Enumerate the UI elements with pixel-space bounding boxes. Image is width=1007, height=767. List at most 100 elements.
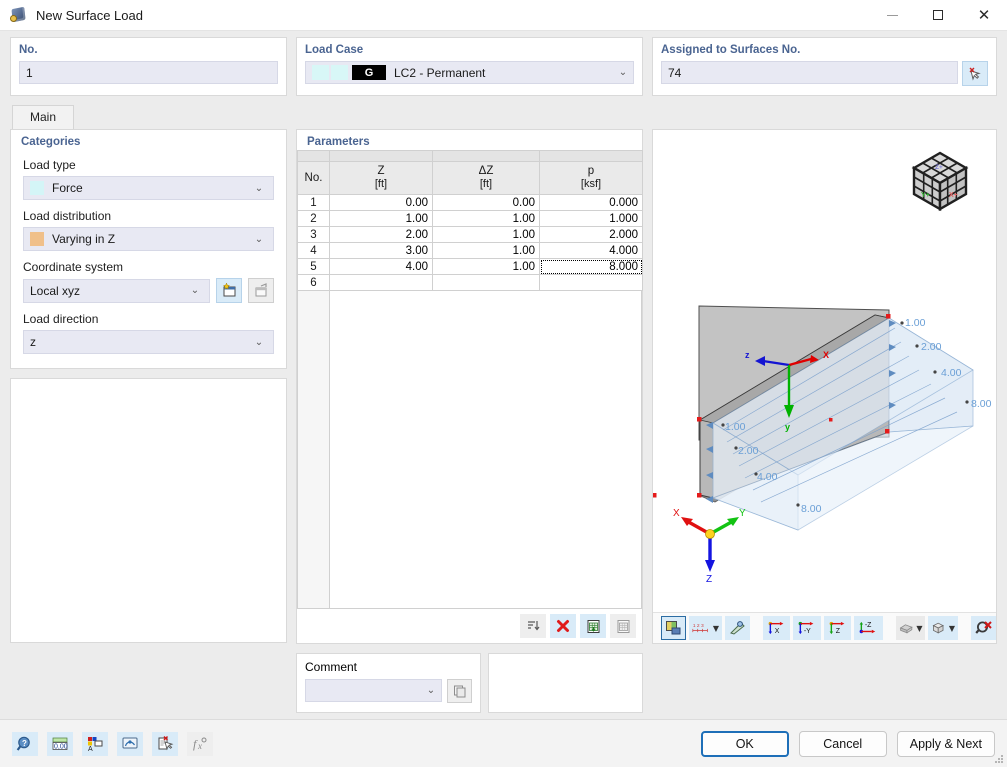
cell-p[interactable] xyxy=(540,275,643,291)
chevron-down-icon[interactable]: ▼ xyxy=(916,624,922,633)
axis-label-z: Z xyxy=(706,574,712,582)
zoom-reset-icon[interactable] xyxy=(971,616,996,640)
view-in-x-icon[interactable]: X xyxy=(763,616,790,640)
assigned-surfaces-input[interactable]: 74 xyxy=(661,61,958,84)
cell-z[interactable]: 4.00 xyxy=(330,259,433,275)
pick-surfaces-icon[interactable] xyxy=(962,61,988,86)
svg-text:X: X xyxy=(823,350,829,360)
load-value-label: 1.00 xyxy=(905,317,926,329)
cell-z[interactable]: 2.00 xyxy=(330,227,433,243)
col-header-z: Z [ft] xyxy=(330,162,433,195)
table-row[interactable]: 4 3.00 1.00 4.000 xyxy=(298,243,643,259)
wireframe-icon[interactable]: ▼ xyxy=(928,616,958,640)
maximize-button[interactable] xyxy=(915,0,961,31)
export-excel-icon[interactable] xyxy=(610,614,636,638)
view-in-y-icon[interactable]: -Y xyxy=(793,616,822,640)
comment-legend: Comment xyxy=(305,660,472,679)
cell-dz[interactable]: 1.00 xyxy=(433,259,540,275)
edit-coordinate-system-icon[interactable] xyxy=(248,278,274,303)
view-in-z-icon[interactable]: Z xyxy=(824,616,851,640)
cell-p[interactable]: 2.000 xyxy=(540,227,643,243)
minimize-button[interactable] xyxy=(869,0,915,31)
cell-dz[interactable] xyxy=(433,275,540,291)
close-button[interactable]: ✕ xyxy=(961,0,1007,31)
top-fields-row: No. 1 Load Case G LC2 - Permanent ⌄ Assi… xyxy=(0,31,1007,96)
copy-comment-icon[interactable] xyxy=(447,679,472,703)
row-number: 5 xyxy=(298,259,330,275)
visual-settings-icon[interactable] xyxy=(117,732,143,756)
table-row[interactable]: 1 0.00 0.00 0.000 xyxy=(298,195,643,211)
comment-input[interactable]: ⌄ xyxy=(305,679,442,702)
load-type-select[interactable]: Force ⌄ xyxy=(23,176,274,200)
view-in-minus-z-icon[interactable]: -Z xyxy=(854,616,883,640)
col-header-z-name: Z xyxy=(332,164,430,178)
comment-side-panel xyxy=(488,653,643,713)
tab-main[interactable]: Main xyxy=(12,105,74,129)
cell-dz[interactable]: 1.00 xyxy=(433,211,540,227)
cell-z[interactable]: 0.00 xyxy=(330,195,433,211)
chevron-down-icon[interactable]: ▼ xyxy=(949,624,955,633)
axes-triad: X Y Z xyxy=(671,504,749,585)
load-case-category-badge: G xyxy=(352,65,386,80)
formula-icon[interactable]: f x xyxy=(187,732,213,756)
cell-dz[interactable]: 1.00 xyxy=(433,243,540,259)
coordinate-system-select[interactable]: Local xyz ⌄ xyxy=(23,279,210,303)
chevron-down-icon[interactable]: ⌄ xyxy=(251,337,267,348)
resize-grip[interactable] xyxy=(994,754,1004,764)
cancel-button[interactable]: Cancel xyxy=(799,731,887,757)
view-settings-icon[interactable] xyxy=(725,616,750,640)
col-header-p: p [ksf] xyxy=(540,162,643,195)
window-controls: ✕ xyxy=(869,0,1007,31)
cell-p[interactable]: 0.000 xyxy=(540,195,643,211)
cell-dz[interactable]: 0.00 xyxy=(433,195,540,211)
chevron-down-icon[interactable]: ▼ xyxy=(713,624,719,633)
chevron-down-icon[interactable]: ⌄ xyxy=(187,285,203,296)
cell-p-selected[interactable]: 8.000 xyxy=(540,259,643,275)
no-legend: No. xyxy=(19,44,278,56)
table-row[interactable]: 2 1.00 1.00 1.000 xyxy=(298,211,643,227)
cell-dz[interactable]: 1.00 xyxy=(433,227,540,243)
number-format-icon[interactable]: 0,00 xyxy=(47,732,73,756)
view-cube[interactable]: Y+ X+ Z+ xyxy=(904,146,976,221)
chevron-down-icon[interactable]: ⌄ xyxy=(615,67,631,78)
table-row[interactable]: 5 4.00 1.00 8.000 xyxy=(298,259,643,275)
cell-z[interactable]: 3.00 xyxy=(330,243,433,259)
display-properties-icon[interactable]: A xyxy=(82,732,108,756)
delete-row-icon[interactable] xyxy=(550,614,576,638)
help-search-icon[interactable]: ? xyxy=(12,732,38,756)
load-case-legend: Load Case xyxy=(305,44,634,56)
load-case-select[interactable]: G LC2 - Permanent ⌄ xyxy=(305,61,634,84)
load-value-label: 8.00 xyxy=(971,398,992,410)
apply-next-button[interactable]: Apply & Next xyxy=(897,731,995,757)
table-row[interactable]: 6 xyxy=(298,275,643,291)
col-header-dz-unit: [ft] xyxy=(435,178,537,192)
load-distribution-select[interactable]: Varying in Z ⌄ xyxy=(23,227,274,251)
cell-z[interactable]: 1.00 xyxy=(330,211,433,227)
import-excel-icon[interactable] xyxy=(580,614,606,638)
cell-p[interactable]: 1.000 xyxy=(540,211,643,227)
sort-rows-icon[interactable] xyxy=(520,614,546,638)
load-direction-select[interactable]: z ⌄ xyxy=(23,330,274,354)
categories-panel: Categories Load type Force ⌄ Load distri… xyxy=(10,129,287,369)
viewport-toolbar: 1 2 3 ▼ xyxy=(653,612,996,643)
rendering-mode-icon[interactable] xyxy=(661,616,686,640)
numbering-icon[interactable]: 1 2 3 ▼ xyxy=(689,616,722,640)
dialog-window: New Surface Load ✕ No. 1 Load Case G LC2… xyxy=(0,0,1007,767)
comment-panel: Comment ⌄ xyxy=(296,653,481,713)
table-row[interactable]: 3 2.00 1.00 2.000 xyxy=(298,227,643,243)
ok-button[interactable]: OK xyxy=(701,731,789,757)
chevron-down-icon[interactable]: ⌄ xyxy=(251,183,267,194)
load-value-label: 8.00 xyxy=(801,503,822,515)
load-direction-label: Load direction xyxy=(23,312,274,326)
parameters-legend: Parameters xyxy=(297,130,642,150)
cell-z[interactable] xyxy=(330,275,433,291)
clear-selection-icon[interactable] xyxy=(152,732,178,756)
new-coordinate-system-icon[interactable] xyxy=(216,278,242,303)
no-input[interactable]: 1 xyxy=(19,61,278,84)
no-group: No. 1 xyxy=(10,37,287,96)
section-view-icon[interactable]: ▼ xyxy=(896,616,926,640)
model-viewport[interactable]: z X y 1.00 2.00 4.00 8.00 1.00 2.00 4.00… xyxy=(652,129,997,644)
cell-p[interactable]: 4.000 xyxy=(540,243,643,259)
chevron-down-icon[interactable]: ⌄ xyxy=(423,685,439,696)
chevron-down-icon[interactable]: ⌄ xyxy=(251,234,267,245)
